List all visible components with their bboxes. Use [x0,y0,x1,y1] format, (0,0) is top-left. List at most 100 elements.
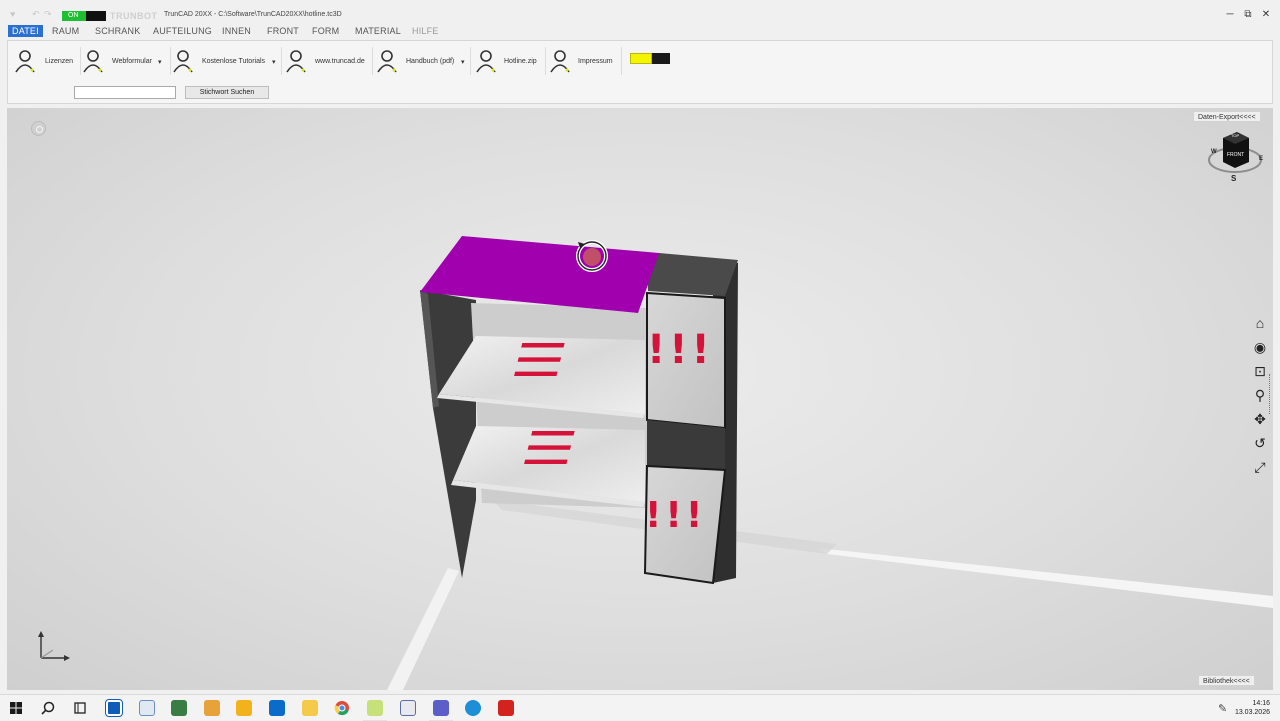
truncad-icon[interactable] [363,695,387,721]
restore-button[interactable]: ⧉ [1241,8,1255,22]
ribbon-impressum[interactable]: Impressum [549,47,619,75]
ribbon-handbuch[interactable]: Handbuch (pdf) ▾ [376,47,468,75]
teamviewer-icon[interactable] [105,699,123,717]
edge-icon[interactable] [465,700,481,716]
menu-front[interactable]: FRONT [267,26,299,36]
view-cube[interactable]: TOP FRONT W E S [1203,128,1267,184]
view-cube-west[interactable]: W [1211,149,1217,155]
ribbon-label: www.truncad.de [315,58,365,65]
trunbot-toggle[interactable]: ON [62,11,106,21]
ribbon-webformular[interactable]: Webformular ▾ [82,47,166,75]
person-icon [550,50,570,73]
ribbon-hotline[interactable]: Hotline.zip [475,47,543,75]
close-button[interactable]: ✕ [1259,8,1273,22]
ribbon-separator [281,47,282,75]
person-icon [286,50,306,73]
calculator-icon[interactable] [171,700,187,716]
pen-tray-icon[interactable]: ✎ [1218,702,1227,715]
view-cube-south[interactable]: S [1231,174,1236,183]
ribbon: Lizenzen Webformular ▾ Kostenlose Tutori… [7,40,1273,104]
person-icon [476,50,496,73]
visibility-toggle-icon[interactable] [31,121,46,136]
cabinet-top [647,253,738,296]
search-icon[interactable] [40,700,56,716]
person-icon [83,50,103,73]
clock-date: 13.03.2026 [1234,709,1270,716]
library-button[interactable]: Bibliothek<<<< [1198,675,1255,686]
menu-raum[interactable]: RAUM [52,26,79,36]
redo-icon[interactable]: ↷ [44,10,53,19]
person-icon [173,50,193,73]
trunbot-label: TRUNBOT [110,11,158,21]
clock-time: 14:16 [1252,700,1270,707]
teams-icon[interactable] [429,695,453,721]
search-button[interactable]: Stichwort Suchen [185,86,269,99]
black-swatch [652,53,670,64]
view-cube-east[interactable]: E [1259,156,1263,162]
menu-schrank[interactable]: SCHRANK [95,26,140,36]
floor-line-left [387,568,459,690]
explorer-icon[interactable] [302,700,318,716]
cabinet-alert-lower: !!! [645,495,707,536]
minimize-button[interactable]: ─ [1223,8,1237,22]
axis-gizmo-icon [38,631,70,661]
tool-icon[interactable] [204,700,220,716]
person-icon [15,50,35,73]
menu-datei[interactable]: DATEI [8,25,43,37]
menu-form[interactable]: FORM [312,26,339,36]
ribbon-label: Kostenlose Tutorials [202,58,266,65]
rotate-icon[interactable]: ↺ [1251,434,1269,452]
pen-app-icon[interactable] [400,700,416,716]
view-cube-top[interactable]: TOP [1231,133,1239,138]
windows-start-icon[interactable] [8,700,24,716]
yellow-swatch [630,53,652,64]
rocket-icon[interactable] [236,700,252,716]
ribbon-separator [470,47,471,75]
fit-all-icon[interactable]: ⤢ [1251,458,1269,476]
system-clock[interactable]: 14:16 13.03.2026 [1235,699,1270,717]
data-export-button[interactable]: Daten-Export<<<< [1193,111,1261,122]
notepad-icon[interactable] [139,700,155,716]
zoom-window-icon[interactable]: ⊡ [1251,362,1269,380]
ribbon-tutorials[interactable]: Kostenlose Tutorials ▾ [172,47,278,75]
menu-hilfe[interactable]: HILFE [412,26,439,36]
home-icon[interactable]: ⌂ [1251,314,1269,332]
pan-icon[interactable]: ✥ [1251,410,1269,428]
menu-aufteilung[interactable]: AUFTEILUNG [153,26,212,36]
left-panel-grip[interactable] [7,374,9,414]
right-panel-grip[interactable] [1269,374,1273,414]
task-view-icon[interactable] [72,700,88,716]
chevron-down-icon: ▾ [272,59,276,66]
search-input[interactable] [74,86,176,99]
ribbon-label: Handbuch (pdf) [406,58,455,65]
acrobat-icon[interactable] [498,700,514,716]
title-bar: ♥ ↶ ↷ ON TRUNBOT TrunCAD 20XX - C:\Softw… [0,0,1280,26]
ribbon-label: Hotline.zip [504,58,537,65]
scene-canvas [387,236,1273,690]
undo-icon[interactable]: ↶ [32,10,41,19]
app-logo-icon[interactable]: ♥ [10,10,19,19]
person-icon [377,50,397,73]
color-swatch[interactable] [626,52,672,65]
ribbon-website[interactable]: www.truncad.de [285,47,371,75]
menu-bar: DATEI RAUM SCHRANK AUFTEILUNG INNEN FRON… [0,24,1280,38]
outlook-icon[interactable] [269,700,285,716]
view-cube-front[interactable]: FRONT [1227,152,1244,158]
menu-innen[interactable]: INNEN [222,26,251,36]
ribbon-label: Impressum [578,58,613,65]
chevron-down-icon: ▾ [158,59,162,66]
ribbon-lizenzen[interactable]: Lizenzen [14,47,76,75]
3d-viewport[interactable]: ☰ ☰ !!! !!! Daten-Export<<<< Bibliothek<… [7,108,1273,690]
ribbon-separator [170,47,171,75]
ribbon-label: Lizenzen [45,58,74,65]
ribbon-label: Webformular [112,58,152,65]
chevron-down-icon: ▾ [461,59,465,66]
menu-material[interactable]: MATERIAL [355,26,401,36]
orbit-cursor-icon [576,240,608,272]
window-title: TrunCAD 20XX - C:\Software\TrunCAD20XX\h… [164,11,342,18]
orbit-icon[interactable]: ◉ [1251,338,1269,356]
floor-line-right [817,548,1273,608]
zoom-icon[interactable]: ⚲ [1251,386,1269,404]
chrome-icon[interactable] [334,700,350,716]
cabinet-divider [647,420,725,470]
